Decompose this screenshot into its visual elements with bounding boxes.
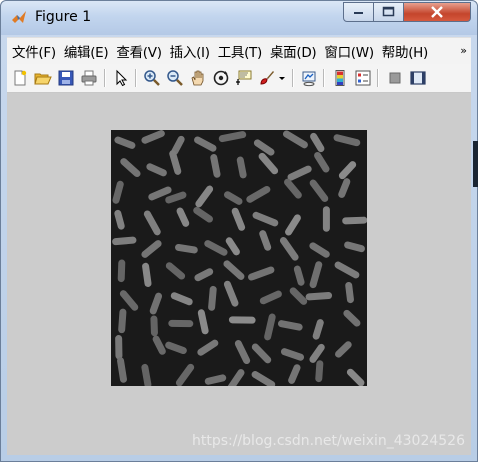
pan-hand-icon[interactable] [189,69,207,87]
colorbar-icon[interactable] [331,69,349,87]
rice-grains-image [111,130,368,393]
rotate-3d-icon[interactable] [212,69,230,87]
legend-icon[interactable] [354,69,372,87]
menu-view[interactable]: 查看(V) [113,41,164,61]
rice-grain [115,335,123,360]
minimize-icon [353,12,363,14]
select-arrow-icon[interactable] [112,69,130,87]
brush-icon[interactable] [258,69,276,87]
show-plot-tools-icon[interactable] [409,69,427,87]
toolbar-separator [292,69,294,87]
maximize-button[interactable] [373,2,404,22]
menu-edit[interactable]: 编辑(E) [61,41,112,61]
maximize-icon [382,6,394,17]
window-edge [473,141,478,187]
hide-plot-tools-icon[interactable] [386,69,404,87]
save-icon[interactable] [57,69,75,87]
watermark: https://blog.csdn.net/weixin_43024526 [191,433,465,449]
new-figure-icon[interactable] [11,69,29,87]
rice-grain [168,319,194,328]
menu-bar: 文件(F) 编辑(E) 查看(V) 插入(I) 工具(T) 桌面(D) 窗口(W… [7,37,471,64]
zoom-in-icon[interactable] [143,69,161,87]
menu-file[interactable]: 文件(F) [9,41,59,61]
menu-insert[interactable]: 插入(I) [167,41,213,61]
minimize-button[interactable] [343,2,374,22]
print-icon[interactable] [80,69,98,87]
image-axes[interactable] [111,130,368,393]
figure-toolbar [7,64,471,93]
figure-window: Figure 1 文件(F) 编辑(E) 查看(V) 插入(I) 工具(T) 桌… [0,0,478,462]
close-icon [431,6,443,18]
rice-grain [342,216,368,225]
rice-grain [228,316,256,324]
close-button[interactable] [403,2,471,22]
menu-help[interactable]: 帮助(H) [379,41,431,61]
rice-grain [117,259,126,283]
menu-tools[interactable]: 工具(T) [215,41,265,61]
matlab-logo-icon [12,11,26,23]
link-plot-icon[interactable] [300,69,318,87]
brush-dropdown-icon[interactable] [277,69,287,87]
rice-grain [150,315,158,337]
data-cursor-icon[interactable] [235,69,253,87]
menu-overflow-icon[interactable]: » [460,44,467,57]
window-title: Figure 1 [35,9,92,25]
figure-canvas[interactable]: https://blog.csdn.net/weixin_43024526 [7,93,471,455]
toolbar-separator [323,69,325,87]
zoom-out-icon[interactable] [166,69,184,87]
open-file-icon[interactable] [34,69,52,87]
toolbar-separator [377,69,379,87]
toolbar-separator [104,69,106,87]
menu-window[interactable]: 窗口(W) [321,41,376,61]
rice-grain [322,206,330,232]
toolbar-separator [135,69,137,87]
menu-desktop[interactable]: 桌面(D) [267,41,319,61]
title-bar[interactable]: Figure 1 [1,1,477,35]
